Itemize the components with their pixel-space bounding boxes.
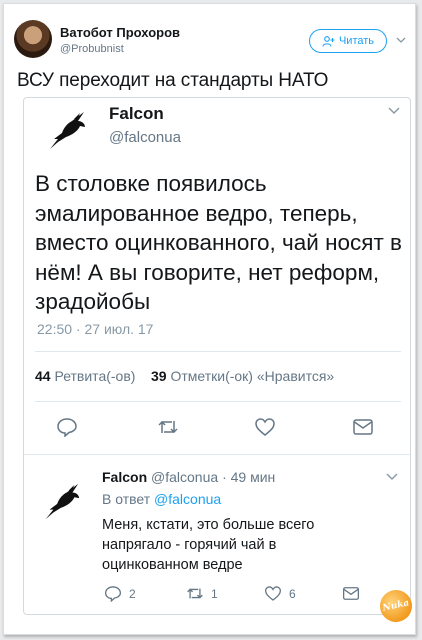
quoted-author-name[interactable]: Falcon — [109, 104, 164, 124]
direct-message-icon[interactable] — [352, 417, 374, 437]
in-reply-handle[interactable]: @falconua — [154, 491, 221, 507]
reply-icon — [104, 586, 122, 602]
reply-author-name[interactable]: Falcon — [102, 469, 147, 485]
avatar[interactable] — [14, 20, 52, 58]
reply-author-handle[interactable]: @falconua — [151, 469, 218, 485]
chevron-down-icon[interactable] — [388, 106, 400, 116]
likes-count[interactable]: 39 — [151, 368, 167, 384]
retweets-count[interactable]: 44 — [35, 368, 51, 384]
chevron-down-icon[interactable] — [396, 35, 406, 45]
reply-text: Меня, кстати, это больше всего напрягало… — [102, 517, 315, 573]
reply-count: 2 — [129, 586, 136, 601]
in-reply-to: В ответ @falconua — [102, 491, 221, 507]
quoted-tweet-text: В столовке появилось эмалированное ведро… — [35, 171, 402, 314]
likes-label[interactable]: Отметки(-ок) «Нравится» — [170, 368, 334, 384]
chevron-down-icon[interactable] — [386, 472, 398, 482]
raven-avatar-icon[interactable] — [44, 109, 88, 153]
retweet-count: 1 — [211, 586, 218, 601]
retweets-label[interactable]: Ретвита(-ов) — [54, 368, 135, 384]
in-reply-prefix: В ответ — [102, 491, 151, 507]
separator: · — [222, 469, 227, 485]
retweet-action[interactable]: 1 — [186, 585, 218, 602]
retweet-icon[interactable] — [157, 417, 179, 437]
divider — [24, 454, 410, 455]
direct-message-icon — [342, 587, 360, 600]
raven-avatar-icon[interactable] — [40, 481, 82, 523]
tweet-text: ВСУ переходит на стандарты НАТО — [17, 70, 329, 91]
follow-button-label: Читать — [338, 35, 375, 47]
engagement-stats: 44 Ретвита(-ов) 39 Отметки(-ок) «Нравитс… — [35, 368, 334, 384]
like-count: 6 — [289, 586, 296, 601]
tweet-screenshot: Ватобот Прохоров @Probubnist Читать ВСУ … — [3, 3, 416, 635]
quoted-tweet[interactable]: Falcon @falconua В столовке появилось эм… — [23, 97, 411, 615]
divider — [35, 351, 401, 352]
like-icon[interactable] — [254, 417, 276, 437]
author-handle[interactable]: @Probubnist — [60, 43, 124, 55]
like-action[interactable]: 6 — [264, 585, 296, 602]
reply-time[interactable]: 49 мин — [231, 469, 276, 485]
reply-action[interactable]: 2 — [104, 585, 136, 602]
quoted-author-handle[interactable]: @falconua — [109, 129, 181, 146]
reply-header: Falcon @falconua · 49 мин — [102, 469, 275, 485]
author-name[interactable]: Ватобот Прохоров — [60, 25, 180, 40]
retweet-icon — [187, 588, 203, 599]
divider — [35, 401, 401, 402]
quoted-timestamp[interactable]: 22:50 · 27 июл. 17 — [37, 321, 153, 337]
reply-icon[interactable] — [56, 417, 78, 437]
direct-message-action[interactable] — [342, 585, 360, 602]
follow-user-icon — [322, 35, 335, 47]
follow-button[interactable]: Читать — [309, 29, 387, 53]
like-icon — [264, 586, 282, 601]
